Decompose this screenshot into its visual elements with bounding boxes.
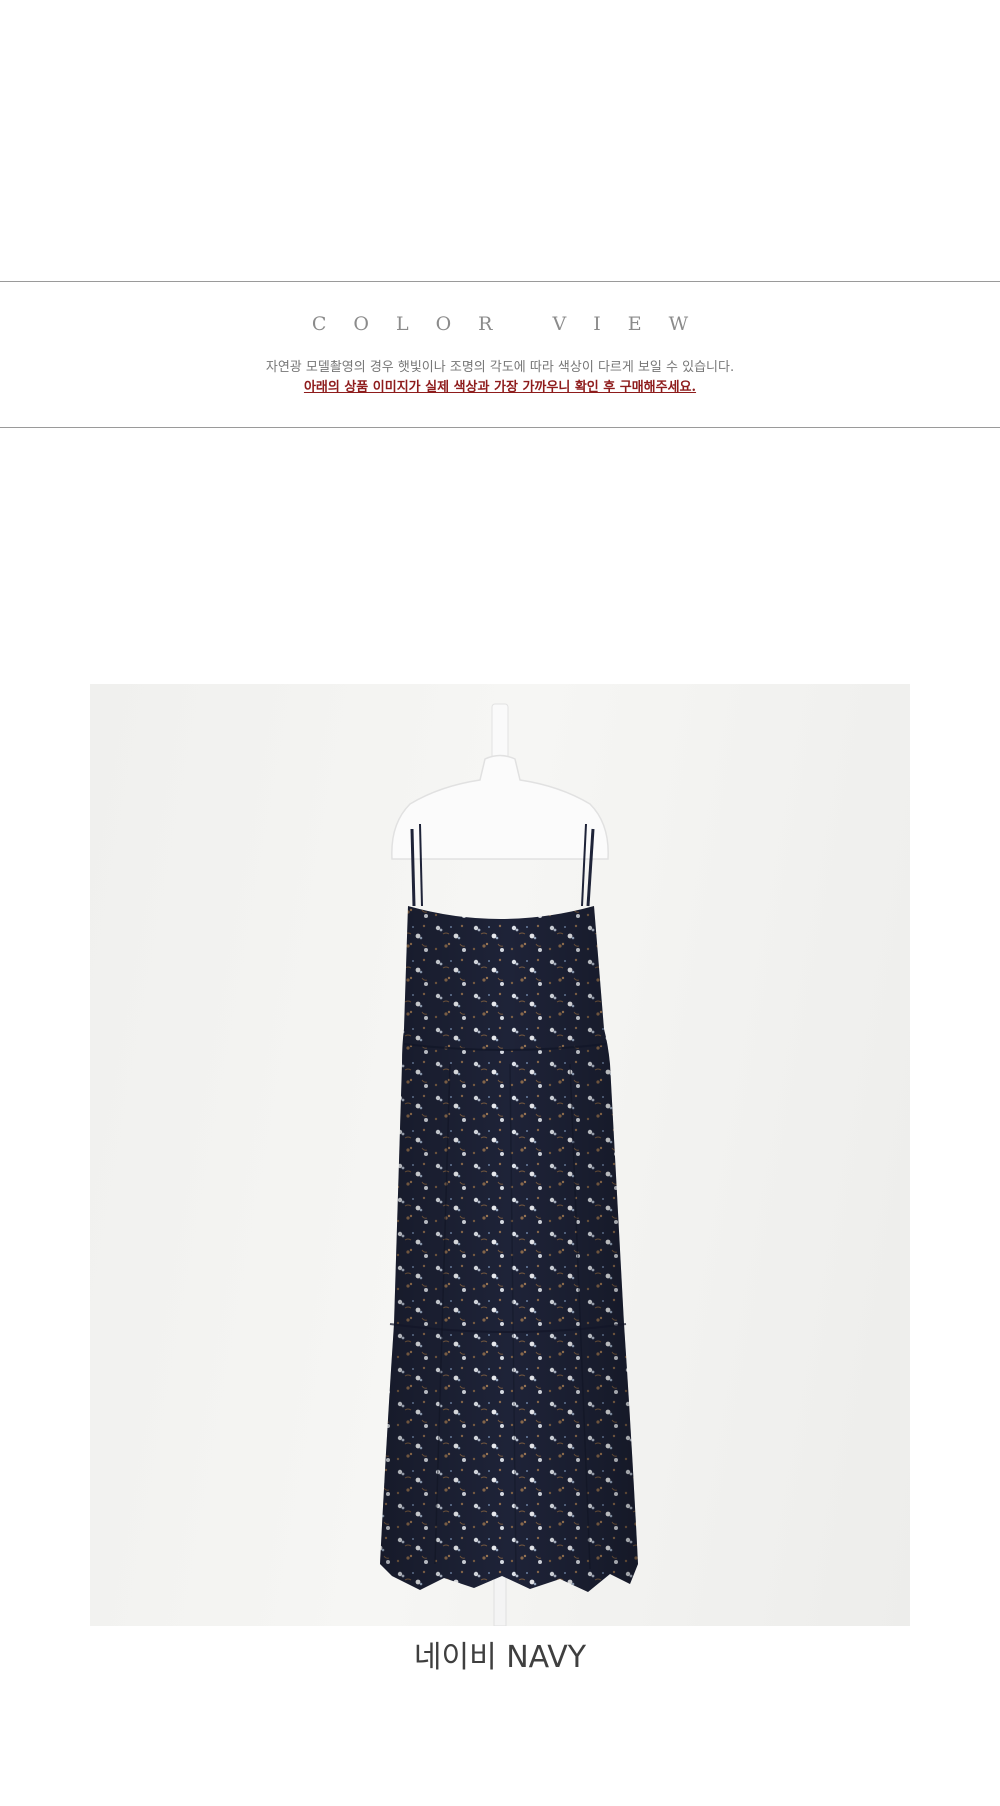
color-caption: 네이비 NAVY xyxy=(413,1640,587,1675)
bottom-divider xyxy=(0,427,1000,428)
section-title: COLOR VIEW xyxy=(311,313,716,335)
color-notice-text: 자연광 모델촬영의 경우 햇빛이나 조명의 각도에 따라 색상이 다르게 보일 … xyxy=(265,360,735,375)
color-accuracy-notice: 아래의 상품 이미지가 실제 색상과 가장 가까우니 확인 후 구매해주세요. xyxy=(0,376,1000,395)
color-accuracy-notice-text: 아래의 상품 이미지가 실제 색상과 가장 가까우니 확인 후 구매해주세요. xyxy=(303,380,697,395)
product-photo xyxy=(90,684,910,1626)
dress-illustration xyxy=(380,703,638,1626)
top-divider xyxy=(0,281,1000,282)
